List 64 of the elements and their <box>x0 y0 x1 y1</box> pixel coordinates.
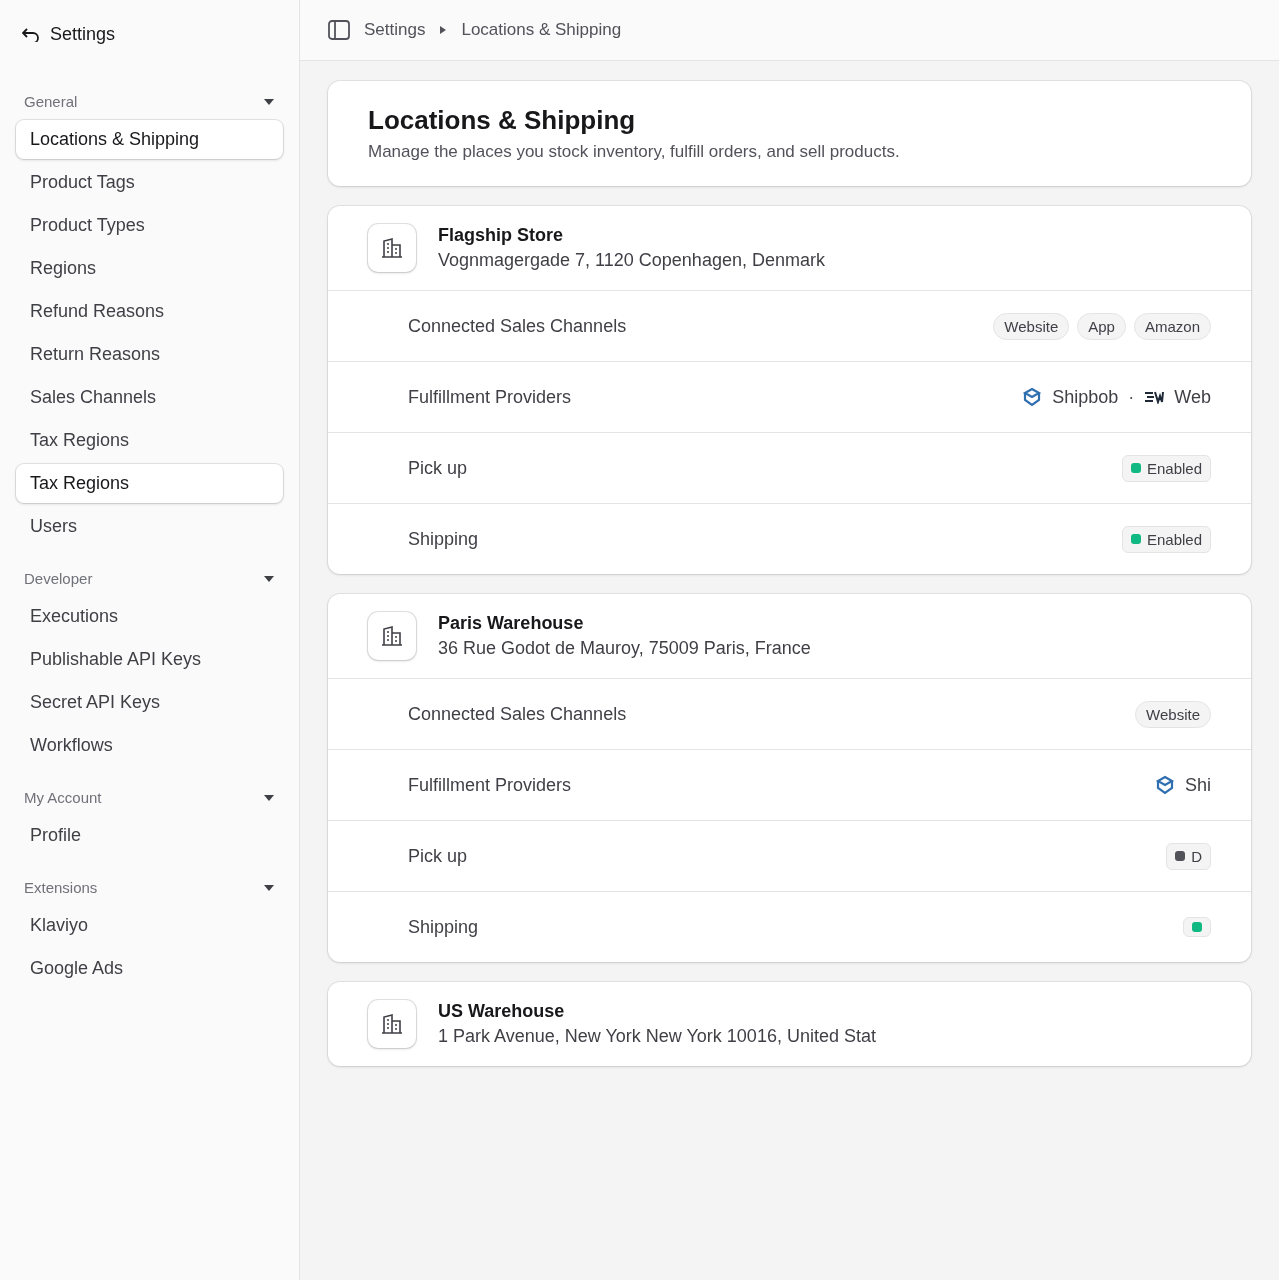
sidebar-item[interactable]: Product Types <box>16 206 283 245</box>
provider-name: Shi <box>1185 774 1211 796</box>
back-label[interactable]: Settings <box>50 24 116 45</box>
channel-tag: Website <box>993 312 1070 340</box>
box-icon <box>1155 775 1175 795</box>
row-label: Shipping <box>408 528 479 550</box>
caret-right-icon <box>439 25 448 35</box>
sidebar-item[interactable]: Product Tags <box>16 163 283 202</box>
sidebar-item[interactable]: Regions <box>16 249 283 288</box>
group-title: My Account <box>24 789 102 806</box>
caret-icon <box>263 883 275 892</box>
page-title: Locations & Shipping <box>368 105 637 136</box>
sidebar-toggle-icon[interactable] <box>328 20 350 40</box>
row-label: Pick up <box>408 457 468 479</box>
row-label: Connected Sales Channels <box>408 315 627 337</box>
caret-icon <box>263 574 275 583</box>
sidebar-item[interactable]: Tax Regions <box>16 421 283 460</box>
sidebar-item[interactable]: Refund Reasons <box>16 292 283 331</box>
sidebar-item[interactable]: Secret API Keys <box>16 683 283 722</box>
channel-tag: Amazon <box>1133 312 1211 340</box>
group-title: General <box>24 93 78 110</box>
building-icon <box>380 1012 404 1036</box>
sidebar-item[interactable]: Users <box>16 507 283 546</box>
group-title: Extensions <box>24 879 98 896</box>
group-title: Developer <box>24 570 93 587</box>
winged-logo-icon <box>1144 390 1165 404</box>
building-icon <box>380 236 404 260</box>
provider-name: Shipbob <box>1052 386 1119 408</box>
row-label: Shipping <box>408 916 479 938</box>
sidebar-item[interactable]: Sales Channels <box>16 378 283 417</box>
building-icon <box>380 624 404 648</box>
breadcrumb-link[interactable]: Locations & Shipping <box>461 20 622 40</box>
sidebar-item[interactable]: Workflows <box>16 726 283 765</box>
location-name: Paris Warehouse <box>438 613 585 634</box>
caret-icon <box>263 97 275 106</box>
sidebar-item[interactable]: Profile <box>16 816 283 855</box>
row-label: Connected Sales Channels <box>408 703 627 725</box>
channel-tag: App <box>1077 312 1126 340</box>
breadcrumb-link[interactable]: Settings <box>364 20 426 40</box>
separator-dot: · <box>1128 386 1135 408</box>
sidebar-item[interactable]: Locations & Shipping <box>16 120 283 159</box>
location-address: 36 Rue Godot de Mauroy, 75009 Paris, France <box>438 638 811 659</box>
caret-icon <box>263 793 275 802</box>
sidebar-item[interactable]: Klaviyo <box>16 906 283 945</box>
sidebar-item[interactable]: Executions <box>16 597 283 636</box>
status-badge: Enabled <box>1121 525 1211 553</box>
row-label: Pick up <box>408 845 468 867</box>
location-name: Flagship Store <box>438 225 564 246</box>
location-address: Vognmagergade 7, 1120 Copenhagen, Denmark <box>438 250 825 271</box>
sidebar-item[interactable]: Publishable API Keys <box>16 640 283 679</box>
back-arrow-icon[interactable] <box>22 27 40 42</box>
row-label: Fulfillment Providers <box>408 386 572 408</box>
row-label: Fulfillment Providers <box>408 774 572 796</box>
location-address: 1 Park Avenue, New York New York 10016, United Stat <box>438 1026 876 1047</box>
channel-tag: Website <box>1135 700 1211 728</box>
sidebar-item[interactable]: Return Reasons <box>16 335 283 374</box>
sidebar-item[interactable]: Tax Regions <box>16 464 283 503</box>
status-badge: D <box>1166 842 1211 870</box>
location-name: US Warehouse <box>438 1001 566 1022</box>
sidebar-item[interactable]: Google Ads <box>16 949 283 988</box>
page-subtitle: Manage the places you stock inventory, fulfill orders, and sell products. <box>368 142 901 162</box>
provider-name: Web <box>1174 386 1211 408</box>
box-icon <box>1022 387 1043 407</box>
status-badge: Enabled <box>1121 454 1211 482</box>
